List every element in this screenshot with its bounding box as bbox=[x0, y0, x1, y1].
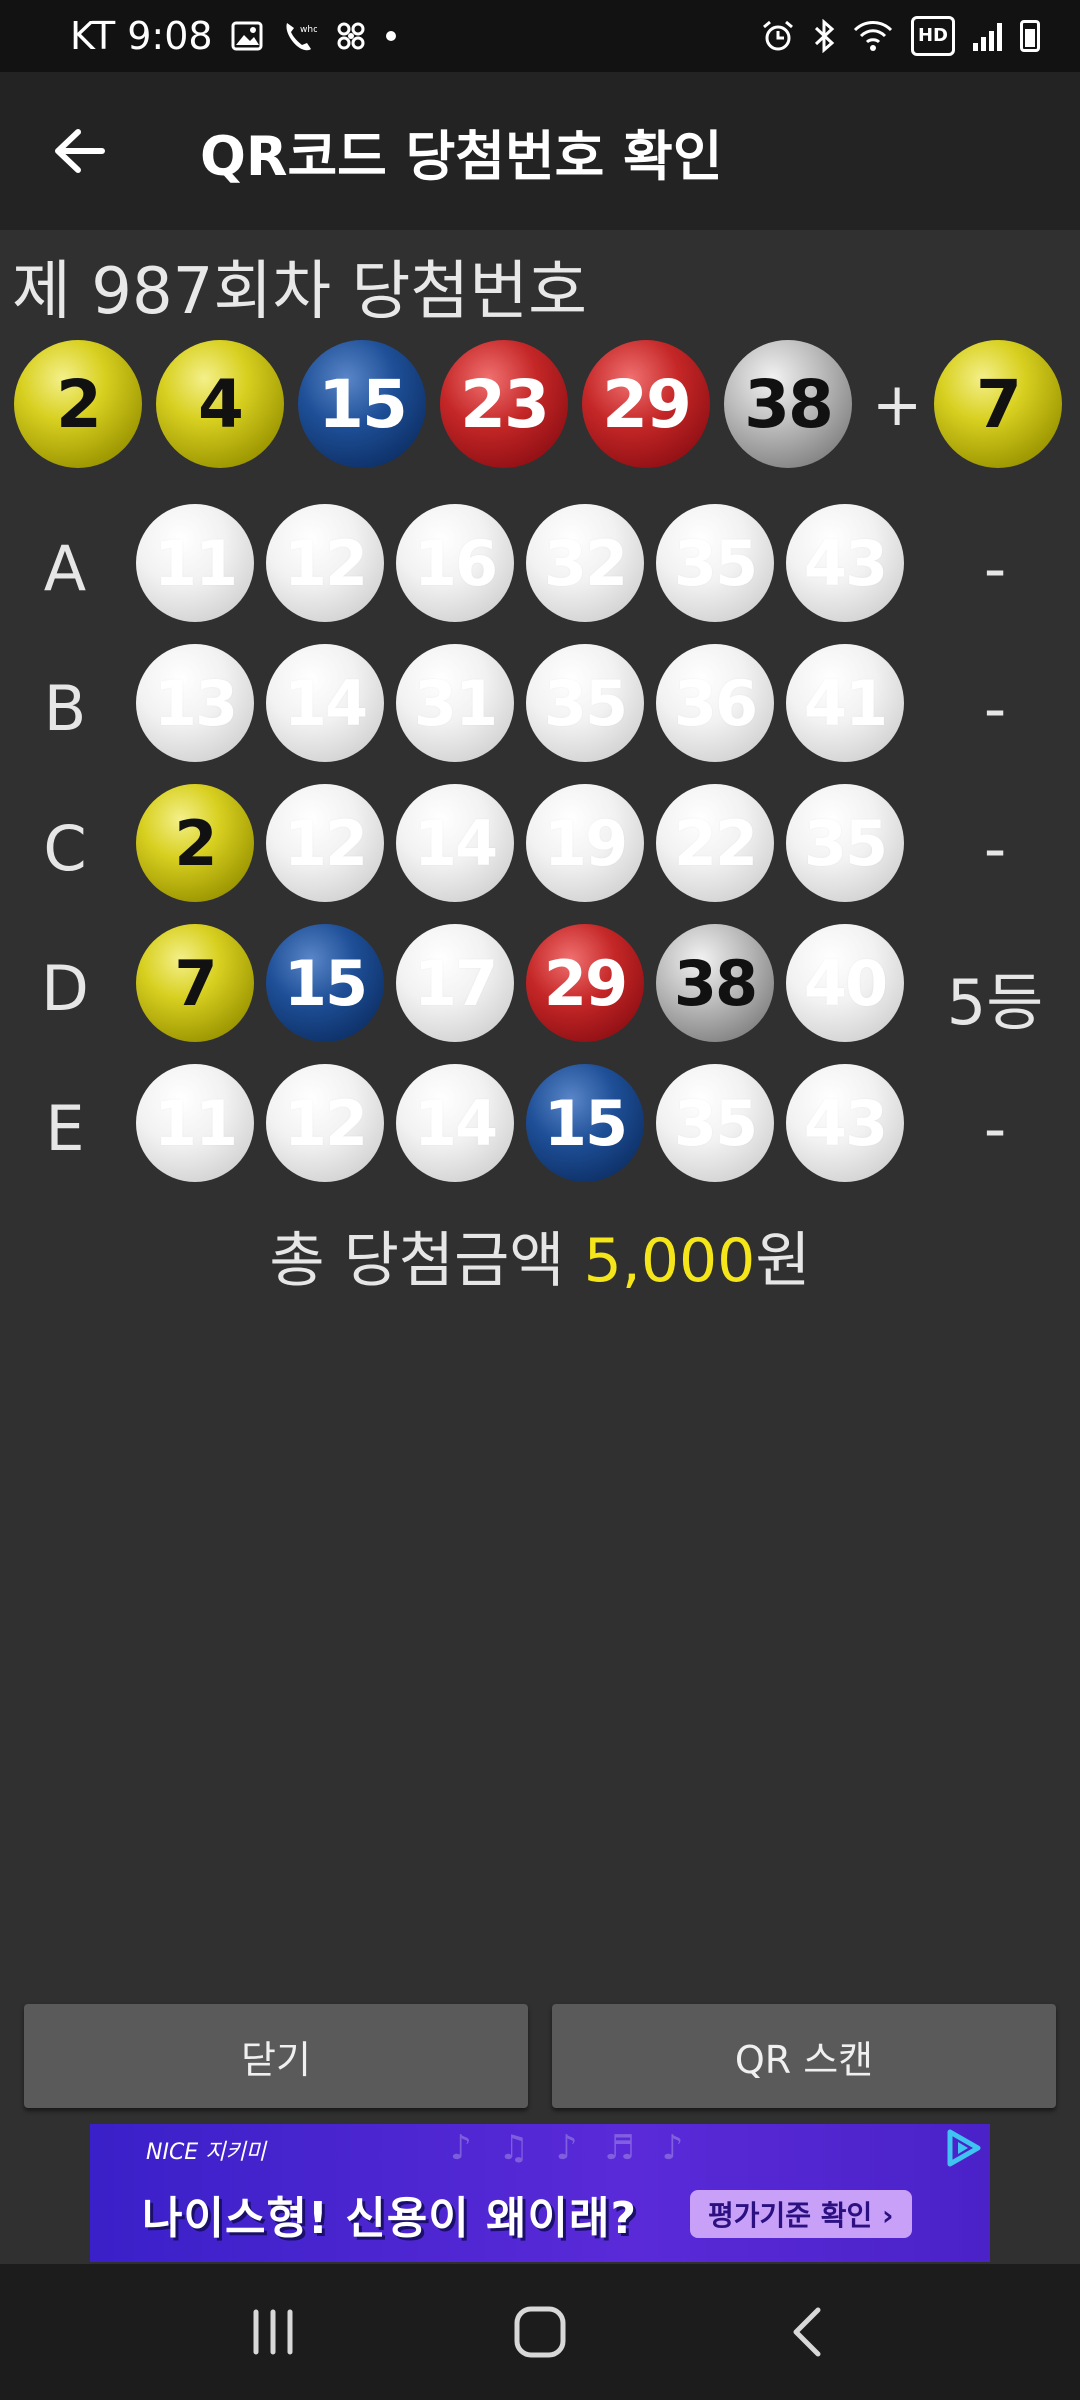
ad-choices-icon[interactable] bbox=[942, 2126, 986, 2170]
music-notes-decoration: ♪ ♫ ♪ ♬ ♪ bbox=[450, 2128, 692, 2168]
alarm-icon bbox=[761, 16, 795, 56]
ticket-result: - bbox=[983, 532, 1007, 605]
winning-numbers: 2 4 15 23 29 38 + 7 bbox=[14, 340, 1074, 472]
ticket-ball: 35 bbox=[656, 504, 774, 622]
ad-headline: 나이스형! 신용이 왜이래? bbox=[142, 2193, 638, 2244]
arrow-left-icon bbox=[55, 129, 105, 173]
draw-title: 제 987회차 당첨번호 bbox=[12, 255, 588, 329]
ticket-ball: 13 bbox=[136, 644, 254, 762]
ticket-ball: 43 bbox=[786, 1064, 904, 1182]
ticket-ball: 29 bbox=[526, 924, 644, 1042]
ticket-ball: 15 bbox=[526, 1064, 644, 1182]
winning-ball: 15 bbox=[298, 340, 426, 468]
qr-scan-button[interactable]: QR 스캔 bbox=[552, 2004, 1056, 2108]
ad-brand: NICE 지키미 bbox=[146, 2140, 266, 2165]
ticket-ball: 36 bbox=[656, 644, 774, 762]
ticket-ball: 11 bbox=[136, 504, 254, 622]
image-icon bbox=[231, 16, 263, 56]
ticket-ball: 14 bbox=[396, 784, 514, 902]
ticket-ball: 35 bbox=[786, 784, 904, 902]
total-amount: 5,000 bbox=[583, 1226, 756, 1296]
app-bar: QR코드 당첨번호 확인 bbox=[0, 72, 1080, 230]
wifi-call-icon: who bbox=[281, 16, 317, 56]
ticket-ball: 12 bbox=[266, 784, 384, 902]
ticket-result: 5등 bbox=[946, 966, 1044, 1039]
winning-ball: 2 bbox=[14, 340, 142, 468]
ticket-row-b: B 13 14 31 35 36 41 - bbox=[0, 644, 1080, 774]
back-icon[interactable] bbox=[747, 2282, 867, 2382]
ticket-ball: 12 bbox=[266, 1064, 384, 1182]
ad-banner[interactable]: ♪ ♫ ♪ ♬ ♪ NICE 지키미 나이스형! 신용이 왜이래? 평가기준 확… bbox=[90, 2124, 990, 2262]
fan-icon bbox=[335, 16, 367, 56]
winning-ball: 38 bbox=[724, 340, 852, 468]
winning-ball: 23 bbox=[440, 340, 568, 468]
ticket-ball: 35 bbox=[526, 644, 644, 762]
page-title: QR코드 당첨번호 확인 bbox=[200, 124, 723, 188]
status-bar: KT 9:08 who HD bbox=[0, 0, 1080, 72]
total-prefix: 총 당첨금액 bbox=[269, 1226, 584, 1296]
wifi-icon bbox=[853, 16, 893, 56]
navigation-bar bbox=[0, 2264, 1080, 2400]
winning-ball: 29 bbox=[582, 340, 710, 468]
bonus-ball: 7 bbox=[934, 340, 1062, 468]
ticket-row-c: C 2 12 14 19 22 35 - bbox=[0, 784, 1080, 914]
ticket-result: - bbox=[983, 1092, 1007, 1165]
ticket-ball: 22 bbox=[656, 784, 774, 902]
ticket-ball: 15 bbox=[266, 924, 384, 1042]
ticket-ball: 38 bbox=[656, 924, 774, 1042]
svg-text:who: who bbox=[300, 25, 317, 35]
ticket-ball: 19 bbox=[526, 784, 644, 902]
home-icon[interactable] bbox=[480, 2282, 600, 2382]
ticket-ball: 14 bbox=[396, 1064, 514, 1182]
ticket-ball: 40 bbox=[786, 924, 904, 1042]
ticket-label: C bbox=[43, 812, 87, 885]
ticket-label: A bbox=[43, 532, 87, 605]
total-winnings: 총 당첨금액 5,000원 bbox=[0, 1212, 1080, 1299]
winning-ball: 4 bbox=[156, 340, 284, 468]
close-button[interactable]: 닫기 bbox=[24, 2004, 528, 2108]
ad-cta-button[interactable]: 평가기준 확인 › bbox=[690, 2190, 912, 2238]
ticket-result: - bbox=[983, 672, 1007, 745]
ticket-ball: 35 bbox=[656, 1064, 774, 1182]
ticket-ball: 7 bbox=[136, 924, 254, 1042]
ticket-label: E bbox=[45, 1092, 85, 1165]
plus-sign: + bbox=[872, 370, 923, 440]
ticket-row-a: A 11 12 16 32 35 43 - bbox=[0, 504, 1080, 634]
total-suffix: 원 bbox=[755, 1226, 811, 1296]
ticket-ball: 43 bbox=[786, 504, 904, 622]
ticket-ball: 12 bbox=[266, 504, 384, 622]
ticket-ball: 17 bbox=[396, 924, 514, 1042]
ticket-ball: 16 bbox=[396, 504, 514, 622]
back-button[interactable] bbox=[0, 72, 160, 230]
ticket-row-e: E 11 12 14 15 35 43 - bbox=[0, 1064, 1080, 1194]
dot-icon bbox=[385, 16, 397, 56]
carrier-time: KT 9:08 bbox=[70, 14, 213, 58]
ticket-ball: 2 bbox=[136, 784, 254, 902]
ticket-label: D bbox=[41, 952, 89, 1025]
bluetooth-icon bbox=[813, 16, 835, 56]
ticket-ball: 11 bbox=[136, 1064, 254, 1182]
recent-apps-icon[interactable] bbox=[213, 2282, 333, 2382]
ticket-ball: 31 bbox=[396, 644, 514, 762]
ticket-result: - bbox=[983, 812, 1007, 885]
ticket-row-d: D 7 15 17 29 38 40 5등 bbox=[0, 924, 1080, 1054]
ticket-ball: 14 bbox=[266, 644, 384, 762]
ticket-ball: 41 bbox=[786, 644, 904, 762]
ticket-ball: 32 bbox=[526, 504, 644, 622]
hd-icon: HD bbox=[910, 16, 955, 56]
battery-icon bbox=[1020, 20, 1040, 52]
ticket-label: B bbox=[43, 672, 87, 745]
signal-icon bbox=[973, 21, 1002, 51]
